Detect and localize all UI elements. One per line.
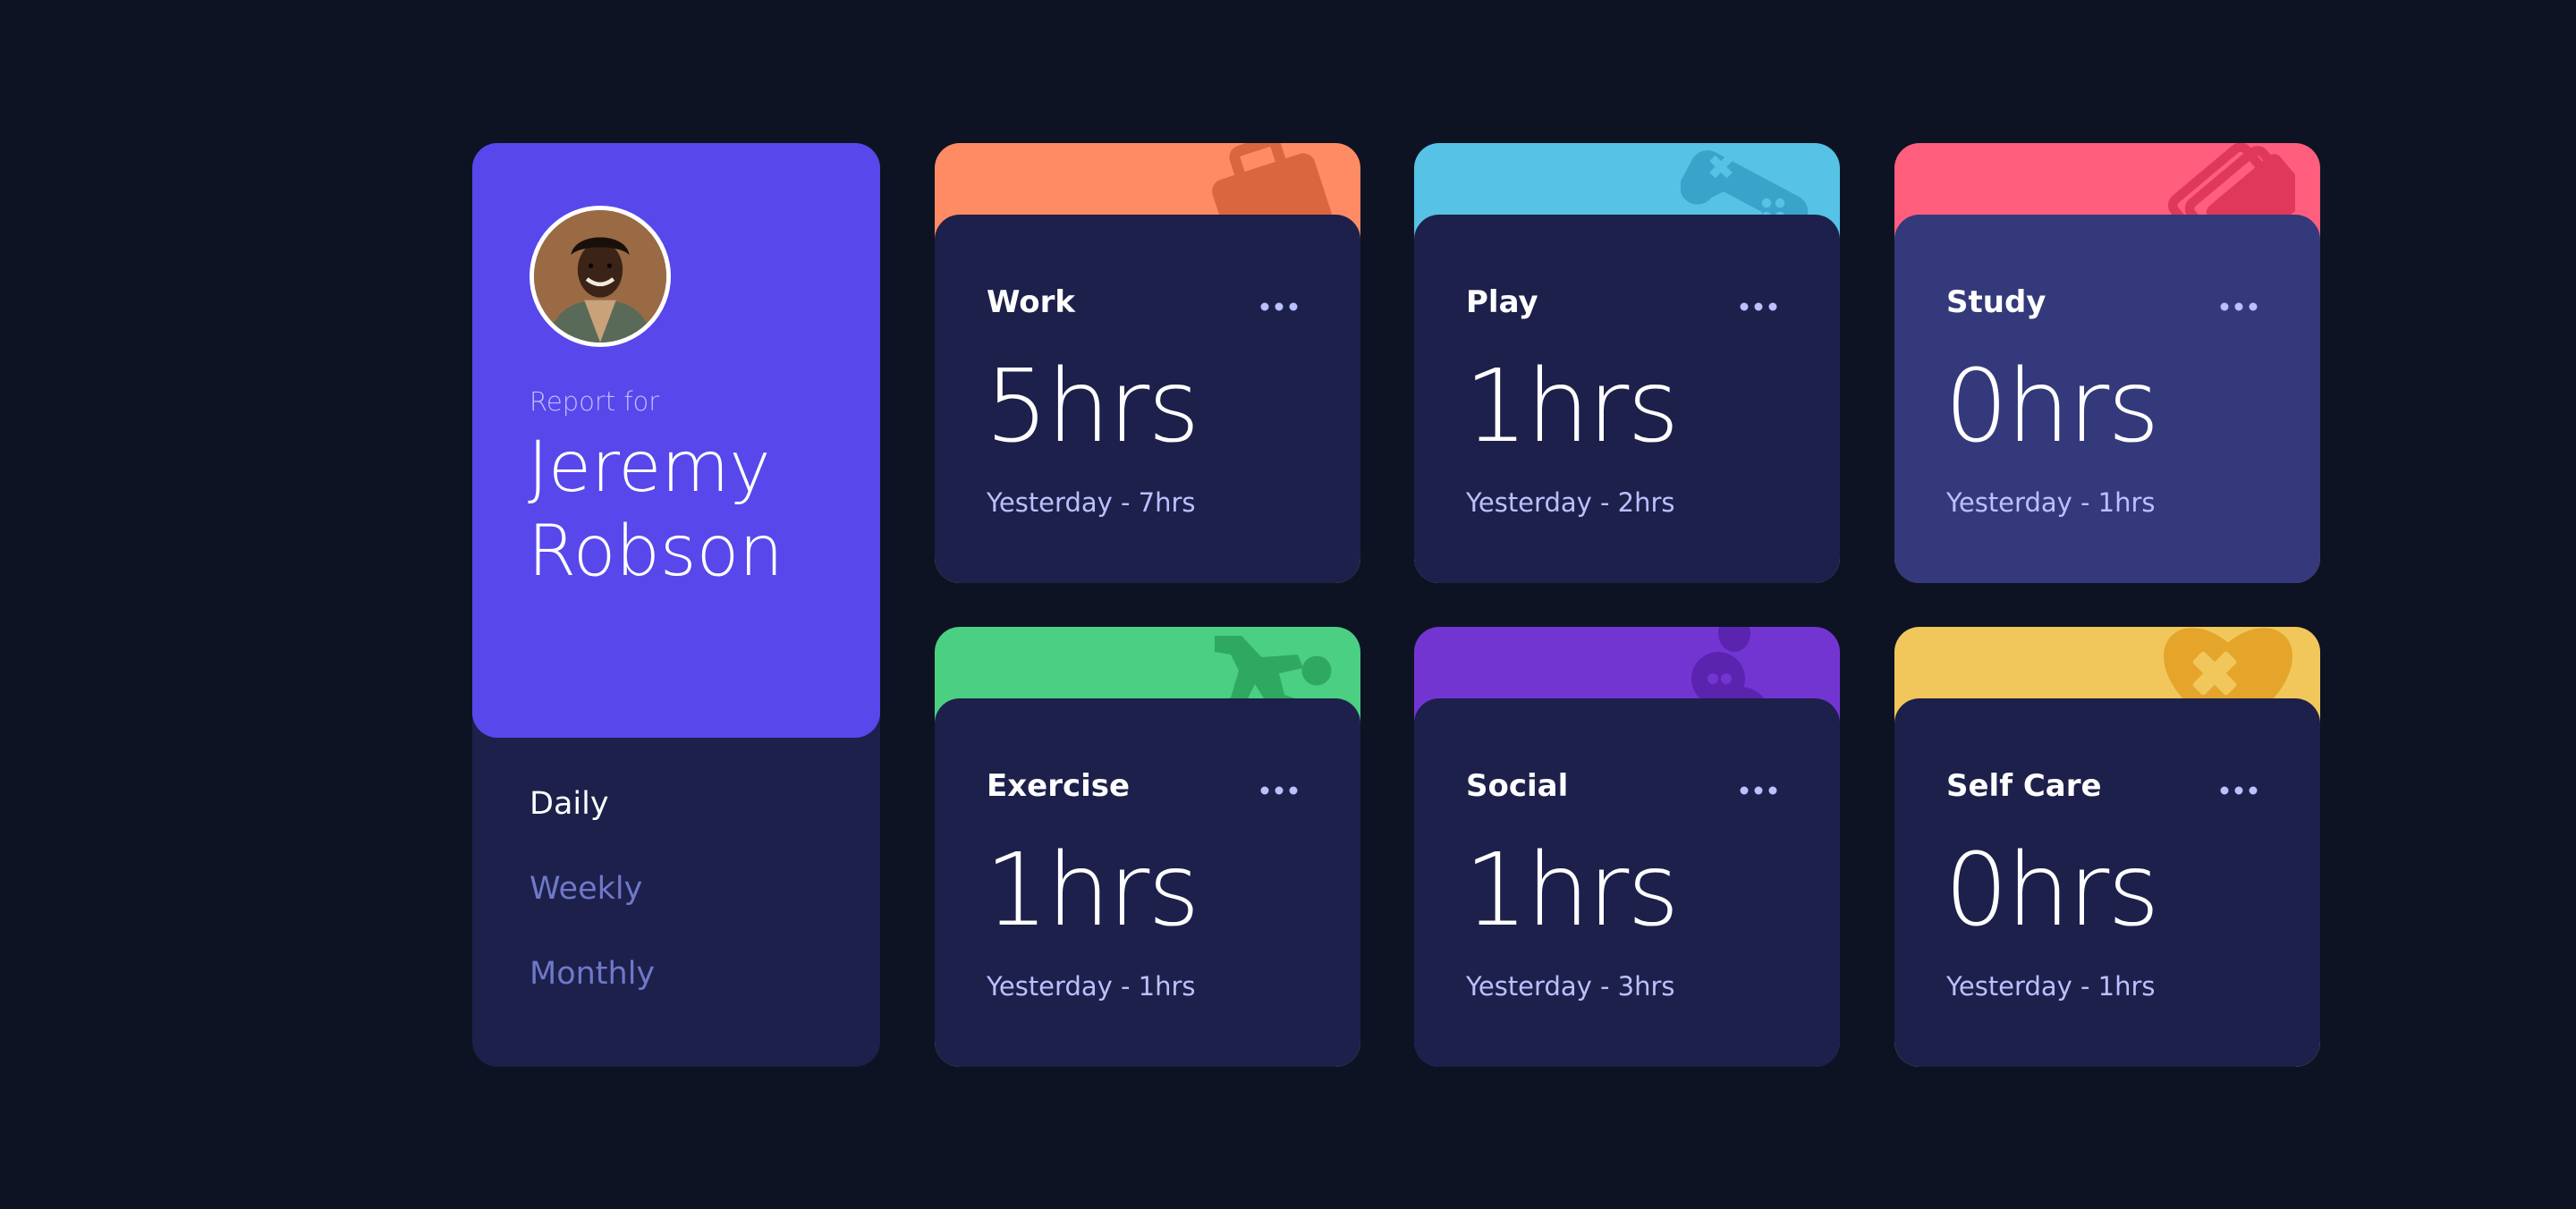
- activity-card-body[interactable]: Social 1hrs Yesterday - 3hrs: [1414, 698, 1840, 1067]
- activity-title: Self Care: [1946, 768, 2102, 804]
- timeframe-monthly[interactable]: Monthly: [530, 955, 655, 1040]
- report-for-label: Report for: [530, 386, 660, 417]
- profile-header: Report for Jeremy Robson: [472, 143, 880, 738]
- activity-card-body[interactable]: Study 0hrs Yesterday - 1hrs: [1894, 215, 2320, 583]
- current-hours: 5hrs: [985, 349, 1200, 465]
- user-name: Jeremy Robson: [528, 426, 868, 594]
- activity-title: Work: [987, 284, 1076, 320]
- previous-hours: Yesterday - 1hrs: [1946, 971, 2156, 1002]
- more-options-icon[interactable]: [2220, 302, 2258, 311]
- activity-title: Play: [1466, 284, 1538, 320]
- activity-card-body[interactable]: Self Care 0hrs Yesterday - 1hrs: [1894, 698, 2320, 1067]
- more-options-icon[interactable]: [1260, 786, 1298, 795]
- more-options-icon[interactable]: [1260, 302, 1298, 311]
- time-tracking-dashboard: Report for Jeremy Robson Daily Weekly Mo…: [472, 143, 2321, 1067]
- current-hours: 1hrs: [985, 833, 1200, 949]
- activity-card-work: Work 5hrs Yesterday - 7hrs: [935, 143, 1360, 583]
- previous-hours: Yesterday - 1hrs: [1946, 487, 2156, 518]
- more-options-icon[interactable]: [1740, 302, 1777, 311]
- user-first-name: Jeremy: [528, 427, 771, 508]
- timeframe-daily[interactable]: Daily: [530, 785, 655, 870]
- activity-card-body[interactable]: Work 5hrs Yesterday - 7hrs: [935, 215, 1360, 583]
- avatar: [530, 206, 671, 347]
- previous-hours: Yesterday - 7hrs: [987, 487, 1196, 518]
- activity-card-body[interactable]: Play 1hrs Yesterday - 2hrs: [1414, 215, 1840, 583]
- activity-card-play: Play 1hrs Yesterday - 2hrs: [1414, 143, 1840, 583]
- profile-card: Report for Jeremy Robson Daily Weekly Mo…: [472, 143, 880, 1067]
- more-options-icon[interactable]: [2220, 786, 2258, 795]
- previous-hours: Yesterday - 2hrs: [1466, 487, 1675, 518]
- activity-card-body[interactable]: Exercise 1hrs Yesterday - 1hrs: [935, 698, 1360, 1067]
- avatar-image: [534, 210, 666, 342]
- more-options-icon[interactable]: [1740, 786, 1777, 795]
- activity-card-self-care: Self Care 0hrs Yesterday - 1hrs: [1894, 627, 2320, 1067]
- previous-hours: Yesterday - 3hrs: [1466, 971, 1675, 1002]
- timeframe-weekly[interactable]: Weekly: [530, 870, 655, 955]
- current-hours: 0hrs: [1945, 833, 2160, 949]
- timeframe-menu: Daily Weekly Monthly: [530, 785, 655, 1040]
- activity-card-exercise: Exercise 1hrs Yesterday - 1hrs: [935, 627, 1360, 1067]
- activity-card-social: Social 1hrs Yesterday - 3hrs: [1414, 627, 1840, 1067]
- activity-title: Study: [1946, 284, 2046, 320]
- current-hours: 0hrs: [1945, 349, 2160, 465]
- activity-card-study: Study 0hrs Yesterday - 1hrs: [1894, 143, 2320, 583]
- activity-title: Social: [1466, 768, 1569, 804]
- user-last-name: Robson: [528, 512, 784, 592]
- previous-hours: Yesterday - 1hrs: [987, 971, 1196, 1002]
- current-hours: 1hrs: [1464, 833, 1680, 949]
- current-hours: 1hrs: [1464, 349, 1680, 465]
- activity-title: Exercise: [987, 768, 1131, 804]
